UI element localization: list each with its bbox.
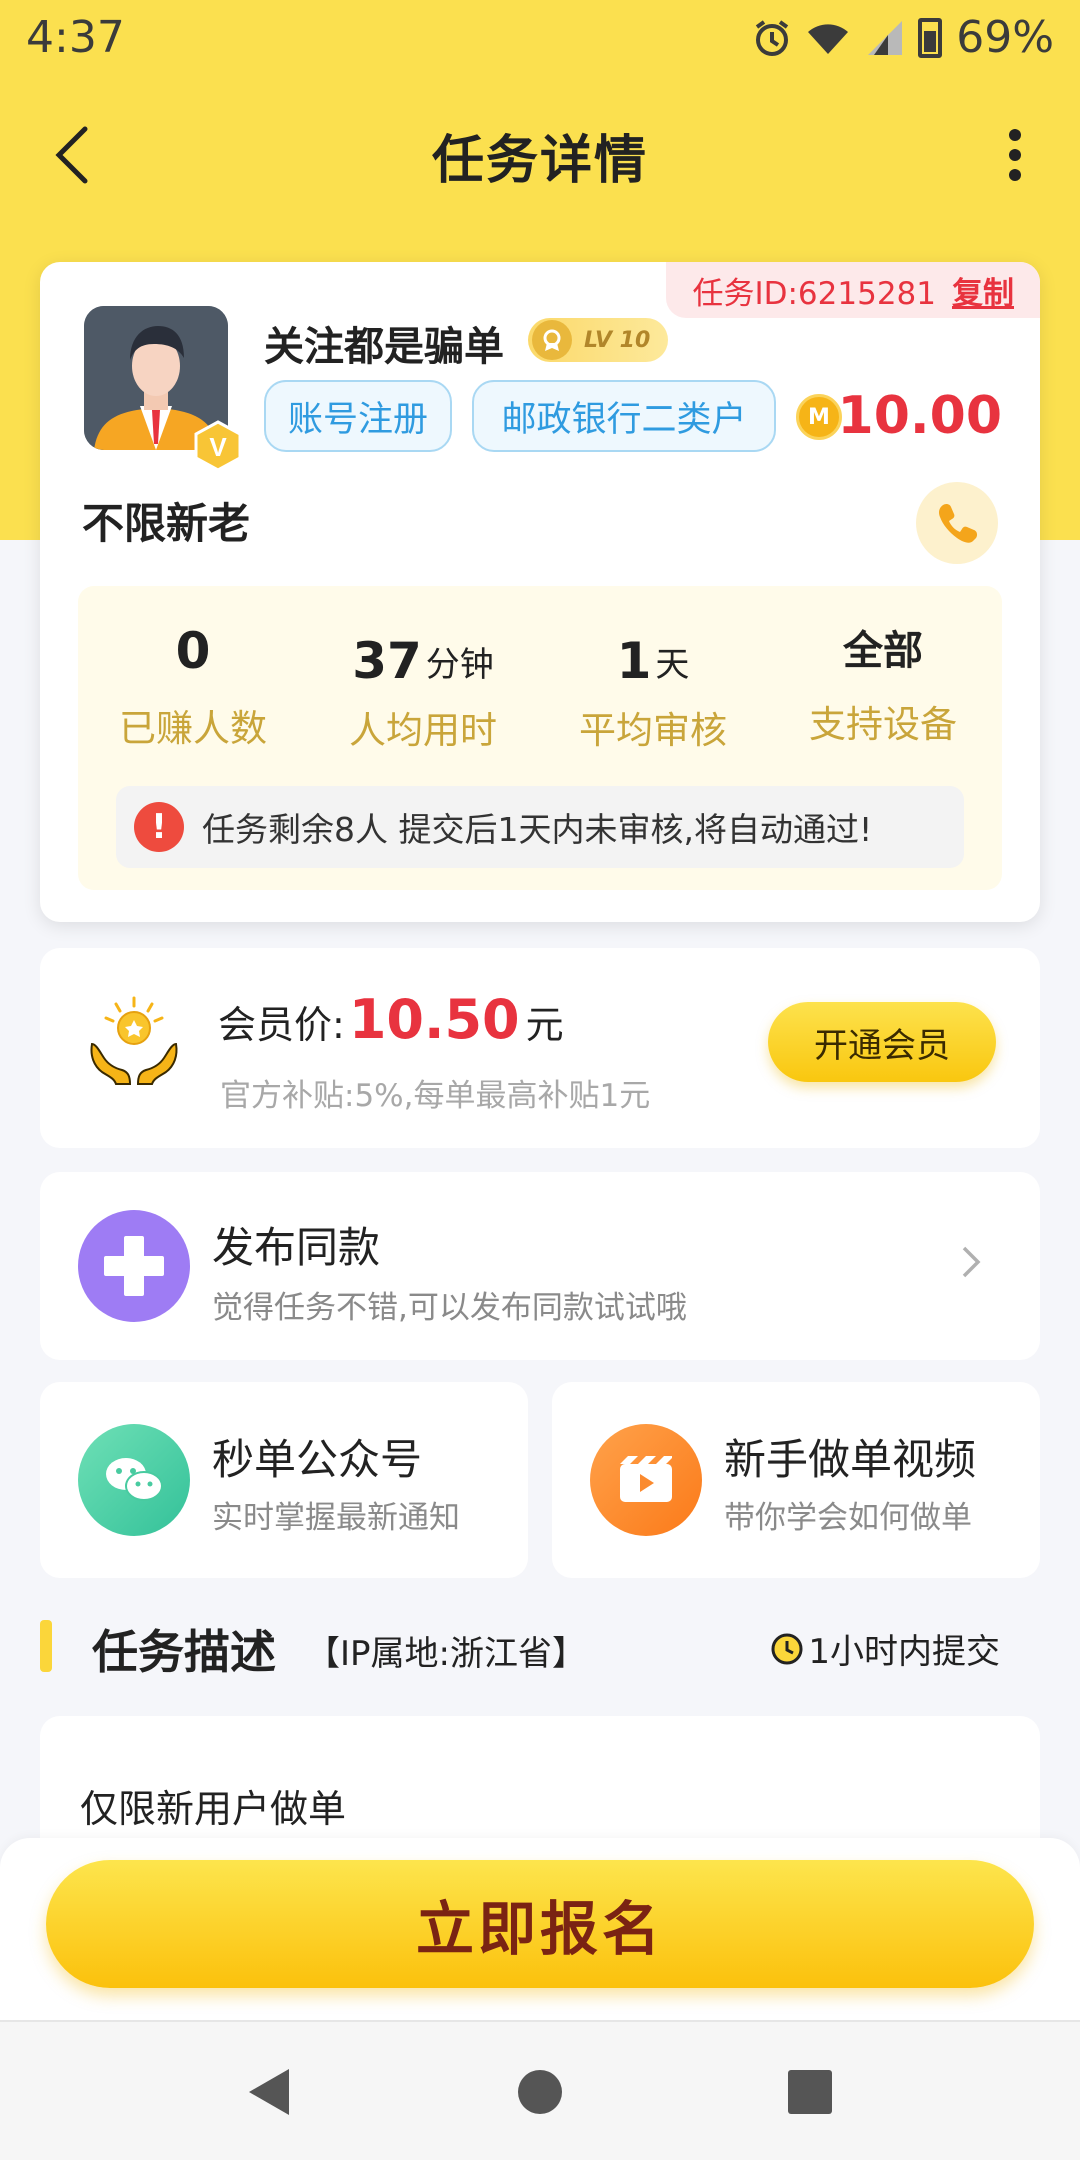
stat-unit: 分钟 bbox=[425, 645, 494, 685]
cta-area: 立即报名 bbox=[0, 1838, 1080, 2020]
signal-icon bbox=[868, 20, 903, 55]
back-button[interactable] bbox=[38, 120, 108, 190]
deadline-text: 1小时内提交 bbox=[808, 1632, 1000, 1672]
publish-same-subtitle: 觉得任务不错,可以发布同款试试哦 bbox=[212, 1290, 687, 1326]
task-id: 任务ID:6215281 bbox=[692, 275, 936, 312]
plus-icon bbox=[78, 1210, 190, 1322]
member-price-line: 会员价: 10.50 元 bbox=[218, 988, 564, 1051]
task-id-box: 任务ID:6215281 复制 bbox=[666, 262, 1040, 318]
stat-label: 已赚人数 bbox=[119, 707, 267, 750]
medal-icon bbox=[532, 320, 572, 360]
publish-same-card[interactable]: 发布同款 觉得任务不错,可以发布同款试试哦 bbox=[40, 1172, 1040, 1360]
hands-sun-icon bbox=[90, 996, 178, 1085]
reward-price: 10.00 bbox=[837, 386, 1002, 446]
stat-earned-count: 0 已赚人数 bbox=[78, 610, 308, 752]
audience-label: 不限新老 bbox=[82, 499, 251, 548]
avatar[interactable]: V bbox=[84, 306, 242, 472]
status-icons: 69% bbox=[752, 12, 1054, 63]
more-button[interactable] bbox=[980, 120, 1050, 190]
stat-value: 37 bbox=[352, 632, 422, 690]
beginner-video-title: 新手做单视频 bbox=[724, 1435, 977, 1484]
tag-bank-account: 邮政银行二类户 bbox=[472, 380, 776, 452]
status-bar: 4:37 69% bbox=[0, 0, 1080, 75]
nav-back-button[interactable] bbox=[228, 2052, 308, 2132]
wifi-icon bbox=[808, 23, 849, 54]
task-card: 任务ID:6215281 复制 V 关注都是骗单 LV 10 账号注册 邮政银行… bbox=[40, 262, 1040, 922]
clock-icon bbox=[771, 1633, 803, 1664]
battery-icon bbox=[918, 17, 943, 58]
stat-label: 平均审核 bbox=[579, 709, 727, 752]
video-icon bbox=[590, 1424, 702, 1536]
member-price-label: 会员价: bbox=[218, 1003, 345, 1047]
task-description-title: 任务描述 bbox=[92, 1625, 276, 1679]
publisher-name: 关注都是骗单 bbox=[264, 324, 504, 370]
sign-up-button[interactable]: 立即报名 bbox=[46, 1860, 1034, 1988]
coin-icon: M bbox=[796, 394, 842, 440]
stat-label: 人均用时 bbox=[349, 709, 497, 752]
member-subsidy-text: 官方补贴:5%,每单最高补贴1元 bbox=[220, 1078, 651, 1114]
stat-avg-time: 37 分钟 人均用时 bbox=[308, 610, 538, 754]
stat-value: 0 bbox=[175, 622, 211, 680]
circle-home-icon bbox=[518, 2070, 562, 2114]
more-vertical-icon bbox=[1009, 129, 1021, 181]
alarm-icon bbox=[756, 19, 789, 56]
triangle-back-icon bbox=[249, 2069, 289, 2115]
stat-value: 全部 bbox=[843, 628, 923, 674]
member-price-card: 会员价: 10.50 元 官方补贴:5%,每单最高补贴1元 开通会员 bbox=[40, 948, 1040, 1148]
level-text: LV 10 bbox=[584, 327, 651, 353]
publish-same-title: 发布同款 bbox=[212, 1223, 381, 1272]
copy-button[interactable]: 复制 bbox=[952, 268, 1014, 313]
section-marker bbox=[40, 1620, 52, 1672]
beginner-video-card[interactable]: 新手做单视频 带你学会如何做单 bbox=[552, 1382, 1040, 1578]
square-recents-icon bbox=[788, 2070, 832, 2114]
nav-home-button[interactable] bbox=[500, 2052, 580, 2132]
stats-panel: 0 已赚人数 37 分钟 人均用时 1天 平均审核 全部 支持设备 ! 任务剩余8… bbox=[78, 586, 1002, 890]
member-price-value: 10.50 bbox=[348, 988, 520, 1051]
status-time: 4:37 bbox=[26, 12, 125, 63]
system-nav-bar bbox=[0, 2020, 1080, 2160]
official-account-title: 秒单公众号 bbox=[212, 1435, 423, 1484]
nav-recents-button[interactable] bbox=[770, 2052, 850, 2132]
official-account-subtitle: 实时掌握最新通知 bbox=[212, 1500, 460, 1536]
task-description-text: 仅限新用户做单 bbox=[80, 1787, 347, 1831]
alert-icon: ! bbox=[134, 802, 184, 852]
notice-text: 任务剩余8人 提交后1天内未审核,将自动通过! bbox=[202, 810, 873, 849]
submit-deadline: 1小时内提交 bbox=[770, 1624, 1000, 1673]
chevron-right-icon bbox=[962, 1246, 981, 1278]
official-account-card[interactable]: 秒单公众号 实时掌握最新通知 bbox=[40, 1382, 528, 1578]
tag-account-register: 账号注册 bbox=[264, 380, 452, 452]
verified-badge-icon: V bbox=[194, 420, 242, 472]
ip-location: 【IP属地:浙江省】 bbox=[306, 1634, 586, 1674]
beginner-video-subtitle: 带你学会如何做单 bbox=[724, 1500, 972, 1536]
stat-value: 1 bbox=[616, 632, 652, 690]
open-membership-button[interactable]: 开通会员 bbox=[768, 1002, 996, 1082]
svg-text:V: V bbox=[209, 432, 227, 462]
battery-level: 69% bbox=[956, 12, 1054, 63]
phone-icon bbox=[939, 503, 978, 543]
task-notice: ! 任务剩余8人 提交后1天内未审核,将自动通过! bbox=[116, 786, 964, 868]
stat-avg-review: 1天 平均审核 bbox=[538, 610, 768, 754]
call-button[interactable] bbox=[916, 482, 998, 564]
stat-label: 支持设备 bbox=[809, 703, 957, 746]
level-badge: LV 10 bbox=[528, 318, 668, 362]
stat-devices: 全部 支持设备 bbox=[768, 610, 998, 748]
page-title: 任务详情 bbox=[431, 130, 648, 191]
wechat-icon bbox=[78, 1424, 190, 1536]
chevron-left-icon bbox=[55, 126, 88, 184]
app-bar: 任务详情 bbox=[0, 100, 1080, 210]
member-price-unit: 元 bbox=[525, 1003, 564, 1047]
stat-unit: 天 bbox=[655, 645, 690, 685]
